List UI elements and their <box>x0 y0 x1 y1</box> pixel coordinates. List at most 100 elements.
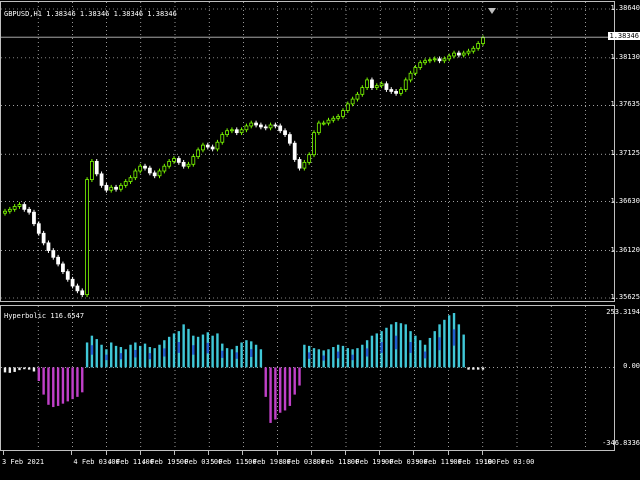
histogram-bar <box>18 367 21 371</box>
histogram-signal-segment <box>336 351 340 359</box>
histogram-bar <box>288 367 292 406</box>
ohlc-values: 1.38346 1.38346 1.38346 1.38346 <box>46 10 177 18</box>
histogram-bar <box>448 315 451 368</box>
time-tick <box>413 451 415 455</box>
indicator-axis[interactable]: 253.3194 0.00 -346.8336 <box>602 305 640 451</box>
candle-body <box>447 55 452 60</box>
candle-body <box>3 210 7 214</box>
candle-body <box>350 98 355 105</box>
indicator-subwindow[interactable]: Hyperbolic 116.6547 <box>0 305 615 451</box>
candle-body <box>152 172 157 177</box>
candle-body <box>109 186 114 191</box>
candle-body <box>258 124 263 128</box>
candle-body <box>321 122 326 125</box>
histogram-bar <box>167 336 171 368</box>
price-axis-label: 1.38640 <box>610 4 640 12</box>
histogram-bar <box>467 367 470 370</box>
time-axis-label: 10 Feb 03:00 <box>483 458 535 466</box>
candle-body <box>312 132 316 156</box>
candle-body <box>186 163 191 167</box>
candle-body <box>471 47 476 52</box>
candle-body <box>230 129 234 132</box>
candle-body <box>27 208 32 213</box>
candle-body <box>90 161 94 181</box>
candle-body <box>389 89 394 92</box>
indicator-axis-label: 253.3194 <box>606 308 640 316</box>
candle-body <box>244 125 249 131</box>
indicator-axis-label: -346.8336 <box>602 439 640 447</box>
candle-body <box>403 79 408 90</box>
histogram-bar <box>254 344 258 368</box>
candle-body <box>46 242 51 251</box>
histogram-bar <box>3 367 7 373</box>
histogram-bar <box>95 339 98 368</box>
candle-body <box>181 161 186 167</box>
histogram-signal-segment <box>307 352 311 359</box>
histogram-bar <box>356 348 359 368</box>
histogram-signal-segment <box>134 349 137 358</box>
candle-body <box>481 37 485 44</box>
histogram-bar <box>47 367 50 405</box>
price-axis-label: 1.37125 <box>610 149 640 158</box>
candle-body <box>379 83 384 87</box>
histogram-signal-segment <box>221 350 224 358</box>
chart-window[interactable]: GBPUSD,H1 1.38346 1.38346 1.38346 1.3834… <box>0 0 640 480</box>
histogram-bar <box>312 348 316 368</box>
candle-body <box>114 186 118 190</box>
candle-body <box>249 122 254 127</box>
candle-body <box>225 130 230 135</box>
candle-body <box>442 58 447 62</box>
candle-body <box>94 161 99 175</box>
histogram-bar <box>153 348 156 368</box>
candle-body <box>176 158 181 163</box>
candle-body <box>254 122 258 126</box>
histogram-signal-segment <box>148 353 152 360</box>
candle-body <box>220 134 225 143</box>
histogram-bar <box>419 340 422 368</box>
candle-body <box>138 165 143 172</box>
histogram-bar <box>138 345 142 368</box>
candle-body <box>215 141 220 150</box>
candle-body <box>41 232 46 244</box>
candle-body <box>423 60 427 64</box>
histogram-bar <box>476 367 480 370</box>
histogram-bar <box>390 324 393 368</box>
histogram-bar <box>76 367 79 397</box>
histogram-bar <box>27 367 31 370</box>
histogram-bar <box>298 367 301 386</box>
candle-body <box>123 181 128 186</box>
histogram-bar <box>293 367 296 395</box>
candle-body <box>172 158 176 162</box>
histogram-bar <box>240 342 243 368</box>
indicator-histogram-canvas <box>1 306 614 450</box>
histogram-signal-segment <box>192 345 195 355</box>
histogram-bar <box>341 345 345 368</box>
candle-body <box>476 43 481 49</box>
price-axis[interactable]: 1.38640 1.38130 1.37635 1.37125 1.36630 1.361… <box>608 1 640 302</box>
candle-body <box>70 278 75 287</box>
histogram-bar <box>317 349 321 368</box>
candle-body <box>167 161 172 167</box>
histogram-bar <box>182 324 185 368</box>
histogram-bar <box>414 335 417 368</box>
histogram-bar <box>100 344 103 368</box>
candle-body <box>17 204 22 207</box>
histogram-signal-segment <box>394 335 398 350</box>
histogram-signal-segment <box>351 354 354 361</box>
chart-shift-icon[interactable] <box>488 8 496 14</box>
time-axis[interactable]: 3 Feb 2021 4 Feb 03:00 4 Feb 11:00 4 Feb 19… <box>0 451 615 480</box>
candle-body <box>292 142 297 160</box>
histogram-bar <box>32 367 36 372</box>
histogram-bar <box>283 367 287 411</box>
candle-body <box>408 72 413 81</box>
histogram-bar <box>481 367 485 370</box>
candle-body <box>128 177 133 182</box>
histogram-bar <box>375 333 378 368</box>
histogram-bar <box>361 344 364 368</box>
main-price-chart[interactable]: GBPUSD,H1 1.38346 1.38346 1.38346 1.3834… <box>0 1 615 302</box>
histogram-signal-segment <box>90 345 94 355</box>
histogram-signal-segment <box>409 342 412 353</box>
candle-body <box>12 206 17 210</box>
candle-body <box>437 58 442 62</box>
candle-body <box>278 125 283 132</box>
